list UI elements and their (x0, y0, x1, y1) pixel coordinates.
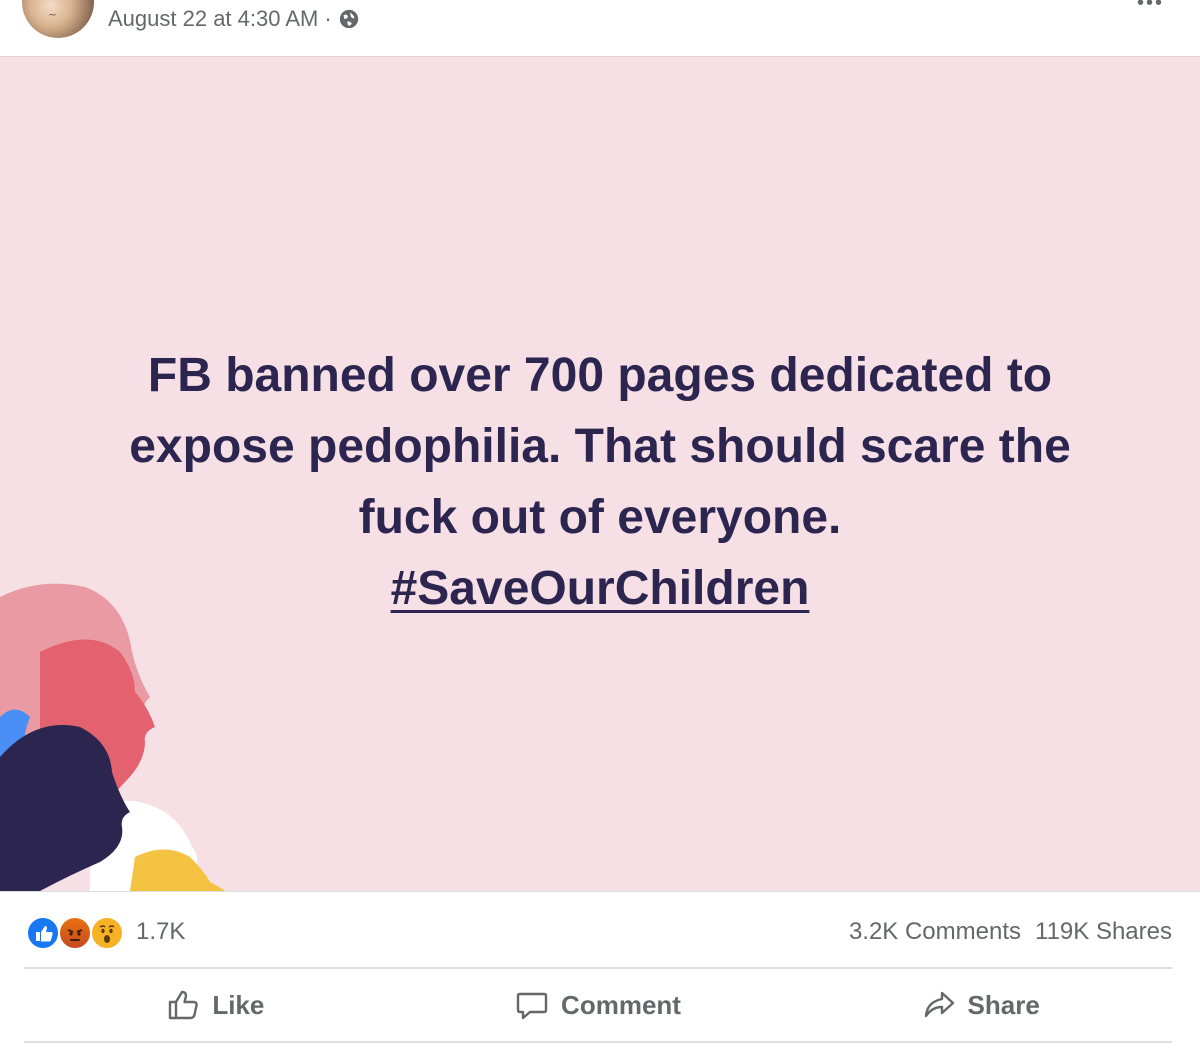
post-meta: August 22 at 4:30 AM · (108, 4, 360, 34)
post-actions: Like Comment Share (24, 969, 1172, 1041)
like-button[interactable]: Like (24, 969, 407, 1041)
like-reaction-icon (26, 916, 60, 950)
reactions-bar: 1.7K 3.2K Comments 119K Shares (24, 908, 1174, 954)
post-timestamp[interactable]: August 22 at 4:30 AM (108, 6, 318, 32)
avatar-signature: ~ (48, 8, 58, 21)
comment-label: Comment (561, 989, 681, 1020)
post-text-line-3: fuck out of everyone. (358, 491, 842, 544)
reaction-icons[interactable] (26, 916, 126, 950)
comment-button[interactable]: Comment (407, 969, 790, 1041)
post-header: ~ August 22 at 4:30 AM · ••• (0, 0, 1200, 57)
share-icon (924, 991, 954, 1018)
like-label: Like (212, 989, 265, 1020)
globe-icon[interactable] (338, 8, 360, 30)
image-divider (0, 891, 1200, 892)
comment-icon (516, 992, 548, 1020)
avatar[interactable]: ~ (22, 0, 94, 38)
shares-count[interactable]: 119K Shares (1035, 918, 1172, 946)
thumbs-up-icon (169, 990, 199, 1020)
post-text-line-1: FB banned over 700 pages dedicated to (147, 349, 1053, 402)
share-label: Share (967, 989, 1040, 1020)
wow-reaction-icon (90, 916, 124, 950)
share-button[interactable]: Share (789, 969, 1172, 1041)
more-icon[interactable]: ••• (1137, 0, 1164, 15)
silhouette-yellow (130, 849, 225, 891)
meta-separator: · (324, 6, 332, 31)
reaction-count[interactable]: 1.7K (136, 918, 185, 946)
post-image[interactable]: FB banned over 700 pages dedicated to ex… (0, 57, 1200, 891)
comments-count[interactable]: 3.2K Comments (849, 918, 1021, 946)
engagement-stats: 3.2K Comments 119K Shares (849, 918, 1172, 946)
angry-reaction-icon (58, 916, 92, 950)
actions-divider (24, 1041, 1172, 1043)
silhouettes-illustration (0, 583, 225, 891)
post-text-line-2: expose pedophilia. That should scare the (129, 420, 1071, 473)
